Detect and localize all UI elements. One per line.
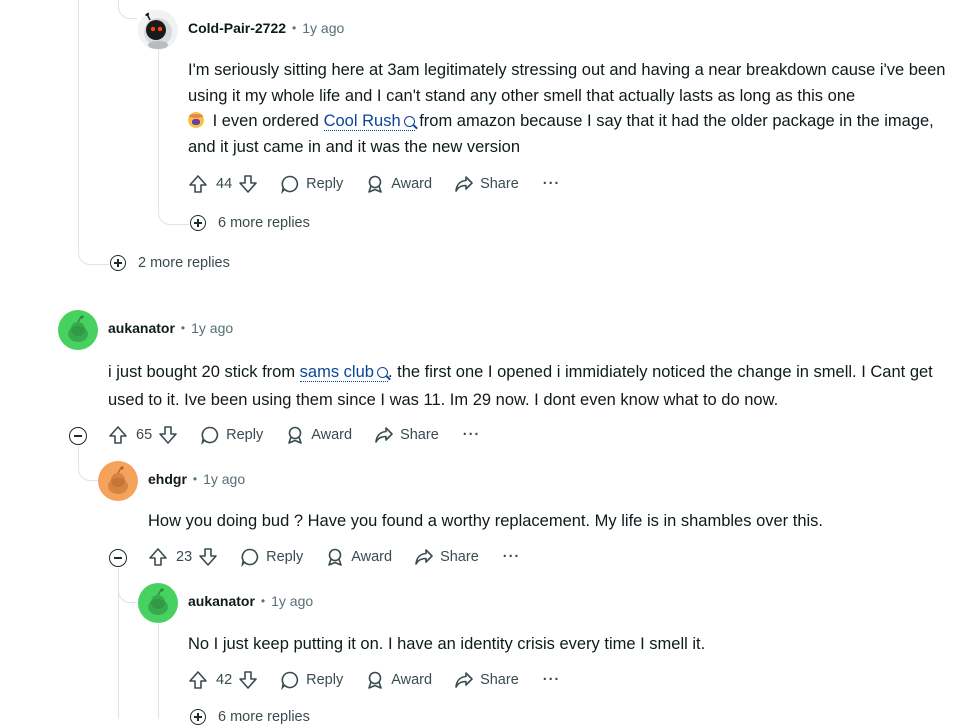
share-button[interactable]: Share — [454, 174, 519, 194]
separator-dot: • — [180, 321, 186, 335]
share-icon — [455, 672, 473, 688]
downvote-icon[interactable] — [238, 670, 258, 690]
share-icon — [375, 427, 393, 443]
username[interactable]: Cold-Pair-2722 — [188, 20, 286, 36]
award-button[interactable]: Award — [365, 174, 432, 194]
vote-group: 44 — [188, 174, 258, 194]
timestamp[interactable]: 1y ago — [191, 320, 233, 336]
timestamp[interactable]: 1y ago — [271, 593, 313, 609]
award-icon — [288, 426, 303, 444]
timestamp[interactable]: 1y ago — [203, 471, 245, 487]
thread-line — [158, 50, 159, 212]
award-button[interactable]: Award — [325, 547, 392, 567]
vote-count: 42 — [216, 672, 233, 688]
reply-button[interactable]: Reply — [280, 670, 343, 690]
snoo-avatar-icon — [108, 466, 128, 494]
award-button[interactable]: Award — [285, 425, 352, 445]
more-options-button[interactable]: ··· — [543, 176, 561, 192]
comment-bubble-icon — [241, 548, 259, 567]
upvote-icon[interactable] — [188, 670, 208, 690]
collapse-thread-button[interactable] — [69, 427, 87, 445]
more-options-button[interactable]: ··· — [463, 427, 481, 443]
upvote-icon[interactable] — [148, 547, 168, 567]
reply-button[interactable]: Reply — [280, 174, 343, 194]
reply-button[interactable]: Reply — [240, 547, 303, 567]
separator-dot: • — [192, 472, 198, 486]
share-icon — [415, 549, 433, 565]
comment-actions: 65 Reply Award Share ··· — [108, 419, 480, 451]
comment-body: I'm seriously sitting here at 3am legiti… — [188, 61, 946, 156]
upvote-icon[interactable] — [108, 425, 128, 445]
comment-body: i just bought 20 stick from sams club. t… — [108, 363, 933, 409]
comment-body: How you doing bud ? Have you found a wor… — [148, 512, 824, 530]
avatar[interactable] — [98, 461, 138, 501]
downvote-icon[interactable] — [158, 425, 178, 445]
plus-circle-icon — [190, 215, 206, 231]
snoo-avatar-icon — [148, 588, 168, 615]
downvote-icon[interactable] — [238, 174, 258, 194]
timestamp[interactable]: 1y ago — [302, 20, 344, 36]
share-icon — [455, 176, 473, 192]
comment-meta: Cold-Pair-2722 • 1y ago — [188, 20, 344, 36]
comment-meta: ehdgr • 1y ago — [148, 471, 245, 487]
plus-circle-icon — [110, 255, 126, 271]
avatar[interactable] — [138, 583, 178, 623]
more-options-button[interactable]: ··· — [543, 672, 561, 688]
award-icon — [368, 671, 383, 689]
comment-body: No I just keep putting it on. I have an … — [188, 635, 706, 653]
comment-actions: 23 Reply Award Share ··· — [148, 541, 520, 573]
more-options-button[interactable]: ··· — [503, 549, 521, 565]
vote-group: 42 — [188, 670, 258, 690]
thread-connector — [158, 200, 189, 225]
comment-bubble-icon — [281, 175, 299, 194]
collapse-thread-button[interactable] — [109, 549, 127, 567]
share-button[interactable]: Share — [374, 425, 439, 445]
separator-dot: • — [260, 594, 266, 608]
upvote-icon[interactable] — [188, 174, 208, 194]
snoo-robot-avatar-icon — [144, 12, 172, 49]
downvote-icon[interactable] — [198, 547, 218, 567]
vote-count: 23 — [176, 549, 193, 565]
vote-group: 65 — [108, 425, 178, 445]
award-icon — [368, 175, 383, 193]
comment-actions: 44 Reply Award Share ··· — [188, 168, 560, 200]
avatar[interactable] — [58, 310, 98, 350]
search-icon — [376, 367, 388, 378]
username[interactable]: ehdgr — [148, 471, 187, 487]
award-button[interactable]: Award — [365, 670, 432, 690]
thread-connector — [118, 0, 137, 19]
search-link[interactable]: Cool Rush — [323, 112, 415, 131]
snoo-avatar-icon — [68, 315, 88, 342]
crying-face-emoji-icon — [188, 112, 204, 128]
comment-bubble-icon — [281, 671, 299, 690]
avatar[interactable] — [138, 10, 178, 50]
comment-meta: aukanator • 1y ago — [108, 320, 233, 336]
search-icon — [403, 116, 415, 127]
thread-connector — [118, 568, 137, 603]
share-button[interactable]: Share — [414, 547, 479, 567]
more-replies-button[interactable]: 6 more replies — [190, 215, 310, 231]
plus-circle-icon — [190, 709, 206, 725]
award-icon — [328, 548, 343, 566]
reply-button[interactable]: Reply — [200, 425, 263, 445]
separator-dot: • — [292, 21, 297, 35]
more-replies-button[interactable]: 2 more replies — [110, 255, 230, 271]
vote-count: 44 — [216, 176, 233, 192]
comment-meta: aukanator • 1y ago — [188, 593, 313, 609]
share-button[interactable]: Share — [454, 670, 519, 690]
thread-connector — [78, 240, 109, 265]
username[interactable]: aukanator — [188, 593, 255, 609]
thread-line — [78, 0, 79, 252]
thread-connector — [78, 446, 99, 481]
vote-count: 65 — [136, 427, 153, 443]
more-replies-button[interactable]: 6 more replies — [190, 709, 310, 725]
search-link[interactable]: sams club — [299, 363, 388, 382]
comment-actions: 42 Reply Award Share ··· — [188, 664, 560, 696]
username[interactable]: aukanator — [108, 320, 175, 336]
vote-group: 23 — [148, 547, 218, 567]
comment-bubble-icon — [201, 426, 219, 445]
thread-line — [158, 624, 159, 719]
